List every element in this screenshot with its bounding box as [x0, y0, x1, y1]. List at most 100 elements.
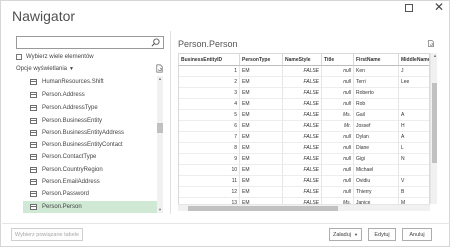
table-cell: FALSE — [283, 132, 322, 143]
footer-divider — [2, 223, 450, 224]
table-cell — [399, 88, 429, 99]
column-header[interactable]: NameStyle — [283, 54, 322, 66]
tree-item[interactable]: Person.AddressType — [23, 102, 157, 114]
table-vertical-thumb[interactable] — [432, 83, 437, 163]
export-icon[interactable] — [427, 39, 435, 48]
column-header[interactable]: Title — [322, 54, 354, 66]
table-cell: EM — [240, 187, 283, 198]
navigator-tree: HumanResources.Shift Person.Address Pers… — [23, 76, 157, 213]
table-cell: null — [322, 165, 354, 176]
table-cell: FALSE — [283, 88, 322, 99]
tree-item-label: HumanResources.Shift — [42, 79, 104, 85]
tree-item[interactable]: Person.BusinessEntityContact — [23, 139, 157, 151]
tree-item-selected[interactable]: Person.Person — [23, 201, 157, 213]
table-cell: L — [399, 143, 429, 154]
display-options-dropdown[interactable]: Opcje wyświetlania ▼ — [16, 66, 74, 72]
cancel-button[interactable]: Anuluj — [402, 228, 432, 241]
tree-item[interactable]: Person.BusinessEntityAddress — [23, 127, 157, 139]
tree-item[interactable]: Person.BusinessEntity — [23, 115, 157, 127]
close-icon[interactable]: ✕ — [434, 1, 444, 13]
table-cell: Terri — [354, 77, 399, 88]
tree-item[interactable]: Person.Password — [23, 188, 157, 200]
tree-item[interactable]: Person.CountryRegion — [23, 164, 157, 176]
table-cell: Thierry — [354, 187, 399, 198]
tree-item[interactable]: Person.Address — [23, 89, 157, 101]
table-cell: EM — [240, 99, 283, 110]
table-cell: 6 — [179, 121, 240, 132]
table-cell — [399, 99, 429, 110]
table-vertical-scrollbar[interactable]: ▲ — [430, 53, 437, 204]
table-cell: EM — [240, 88, 283, 99]
column-header[interactable]: PersonType — [240, 54, 283, 66]
table-cell: FALSE — [283, 121, 322, 132]
table-cell: 8 — [179, 143, 240, 154]
table-cell: 10 — [179, 165, 240, 176]
table-cell: A — [399, 110, 429, 121]
tree-scrollbar-thumb[interactable] — [157, 123, 163, 133]
preview-table: BusinessEntityID PersonType NameStyle Title… — [178, 53, 430, 211]
tree-item[interactable]: HumanResources.Shift — [23, 76, 157, 88]
navigator-dialog: Nawigator ✕ Wybierz wiele elementów Opcj… — [0, 0, 450, 247]
table-cell: Jossef — [354, 121, 399, 132]
multi-select-label: Wybierz wiele elementów — [26, 54, 94, 60]
refresh-icon[interactable] — [155, 64, 164, 73]
table-cell: Gail — [354, 110, 399, 121]
table-icon — [30, 79, 37, 85]
tree-item-label: Person.ContactType — [42, 154, 97, 160]
column-header[interactable]: MiddleName — [399, 54, 429, 66]
table-cell: B — [399, 187, 429, 198]
tree-item-label: Person.Person — [42, 204, 82, 210]
table-cell: FALSE — [283, 176, 322, 187]
load-button[interactable]: Załaduj ▼ — [329, 228, 362, 241]
tree-scrollbar[interactable]: ▲ ▼ — [157, 76, 163, 213]
table-cell: FALSE — [283, 99, 322, 110]
search-input[interactable] — [16, 36, 164, 49]
table-icon — [30, 130, 37, 136]
edit-button[interactable]: Edytuj — [368, 228, 396, 241]
column-header[interactable]: FirstName — [354, 54, 399, 66]
table-cell: EM — [240, 110, 283, 121]
table-cell: EM — [240, 77, 283, 88]
select-related-tables-button[interactable]: Wybierz powiązane tabele — [11, 228, 83, 241]
multi-select-checkbox[interactable] — [16, 54, 22, 60]
table-cell: null — [322, 66, 354, 77]
table-cell: 9 — [179, 154, 240, 165]
table-horizontal-scrollbar[interactable] — [178, 204, 430, 211]
preview-title: Person.Person — [178, 39, 238, 49]
scroll-up-icon[interactable]: ▲ — [432, 53, 438, 59]
search-icon[interactable] — [151, 38, 160, 47]
table-cell: EM — [240, 143, 283, 154]
table-cell: 11 — [179, 176, 240, 187]
tree-item-label: Person.EmailAddress — [42, 179, 100, 185]
table-cell: FALSE — [283, 187, 322, 198]
table-icon — [30, 92, 37, 98]
column-header[interactable]: BusinessEntityID — [179, 54, 240, 66]
table-cell: J — [399, 66, 429, 77]
table-cell: Dylan — [354, 132, 399, 143]
pane-divider — [170, 31, 171, 214]
tree-item[interactable]: Person.ContactType — [23, 151, 157, 163]
table-cell: EM — [240, 121, 283, 132]
table-cell: 7 — [179, 132, 240, 143]
table-cell: EM — [240, 176, 283, 187]
table-cell: EM — [240, 154, 283, 165]
table-cell: null — [322, 88, 354, 99]
scroll-down-icon[interactable]: ▼ — [157, 207, 163, 213]
table-cell: Gigi — [354, 154, 399, 165]
maximize-icon[interactable] — [405, 4, 413, 12]
table-cell: Michael — [354, 165, 399, 176]
tree-item-label: Person.Address — [42, 92, 85, 98]
tree-item-label: Person.CountryRegion — [42, 167, 103, 173]
table-icon — [30, 118, 37, 124]
table-horizontal-thumb[interactable] — [188, 206, 338, 211]
multi-select-option[interactable]: Wybierz wiele elementów — [16, 54, 94, 60]
scroll-up-icon[interactable]: ▲ — [157, 76, 163, 82]
table-cell: 2 — [179, 77, 240, 88]
chevron-down-icon[interactable]: ▼ — [354, 232, 358, 237]
table-cell: FALSE — [283, 165, 322, 176]
table-icon — [30, 142, 37, 148]
table-icon — [30, 154, 37, 160]
table-cell: FALSE — [283, 110, 322, 121]
tree-item[interactable]: Person.EmailAddress — [23, 176, 157, 188]
table-cell: 12 — [179, 187, 240, 198]
